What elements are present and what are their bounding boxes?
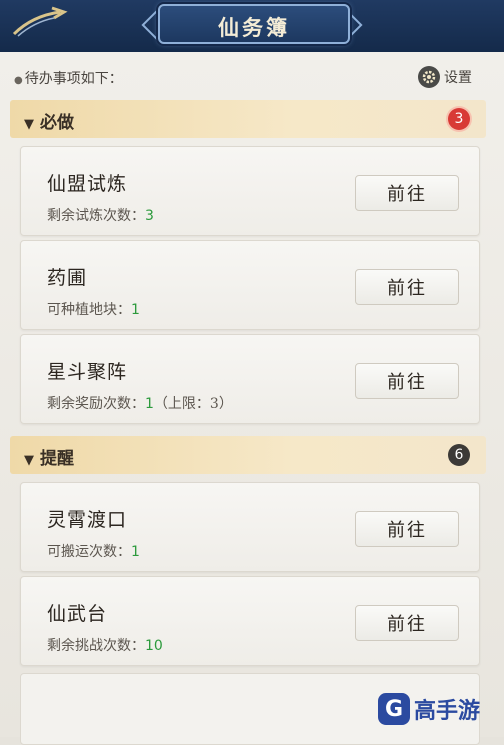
subheading-text: 待办事项如下： [24, 71, 123, 87]
go-button[interactable]: 前往 [355, 605, 459, 641]
watermark: G 高手游 [378, 688, 498, 730]
task-title: 灵霄渡口 [47, 509, 128, 531]
count-badge: 6 [448, 444, 470, 466]
task-subtext: 可种植地块：1 [47, 299, 140, 319]
watermark-logo: G [378, 693, 410, 725]
go-button[interactable]: 前往 [355, 511, 459, 547]
task-sub-label: 剩余挑战次数： [47, 638, 145, 654]
section-required[interactable]: ▼ 必做 3 [10, 100, 486, 138]
gear-icon [418, 66, 440, 88]
task-card: 仙盟试炼 剩余试炼次数：3 前往 [20, 146, 480, 236]
section-title-text: 提醒 [40, 449, 74, 469]
task-subtext: 剩余奖励次数：1（上限：3） [47, 393, 233, 413]
section-reminder[interactable]: ▼ 提醒 6 [10, 436, 486, 474]
task-title: 星斗聚阵 [47, 361, 128, 383]
task-limit: （上限：3） [153, 396, 233, 412]
task-title: 药圃 [47, 267, 88, 289]
bullet-icon: ● [14, 75, 23, 86]
section-title: ▼ 提醒 [24, 444, 74, 469]
watermark-text: 高手游 [414, 699, 481, 724]
page-title: 仙务簿 [218, 15, 290, 40]
top-bar: 仙务簿 [0, 0, 504, 52]
task-sub-label: 剩余奖励次数： [47, 396, 145, 412]
task-subtext: 剩余挑战次数：10 [47, 635, 163, 655]
collapse-triangle-icon: ▼ [24, 117, 34, 132]
section-title-text: 必做 [40, 113, 74, 133]
task-card: 灵霄渡口 可搬运次数：1 前往 [20, 482, 480, 572]
title-plate: 仙务簿 [158, 4, 350, 44]
task-subtext: 可搬运次数：1 [47, 541, 140, 561]
task-card: 仙武台 剩余挑战次数：10 前往 [20, 576, 480, 666]
back-arrow-icon[interactable] [8, 6, 68, 40]
count-badge: 3 [448, 108, 470, 130]
task-card: 星斗聚阵 剩余奖励次数：1（上限：3） 前往 [20, 334, 480, 424]
task-card: 药圃 可种植地块：1 前往 [20, 240, 480, 330]
settings-button[interactable]: 设置 [418, 66, 472, 88]
task-value: 1 [131, 302, 140, 318]
go-button[interactable]: 前往 [355, 363, 459, 399]
collapse-triangle-icon: ▼ [24, 453, 34, 468]
task-sub-label: 可搬运次数： [47, 544, 131, 560]
task-title: 仙武台 [47, 603, 108, 625]
task-sub-label: 可种植地块： [47, 302, 131, 318]
task-value: 1 [145, 396, 154, 412]
task-title: 仙盟试炼 [47, 173, 128, 195]
settings-label: 设置 [444, 70, 472, 86]
task-value: 10 [145, 638, 163, 654]
todo-subheading: ● 待办事项如下： [14, 68, 123, 88]
task-subtext: 剩余试炼次数：3 [47, 205, 154, 225]
task-value: 3 [145, 208, 154, 224]
task-value: 1 [131, 544, 140, 560]
go-button[interactable]: 前往 [355, 175, 459, 211]
task-sub-label: 剩余试炼次数： [47, 208, 145, 224]
go-button[interactable]: 前往 [355, 269, 459, 305]
section-title: ▼ 必做 [24, 108, 74, 133]
